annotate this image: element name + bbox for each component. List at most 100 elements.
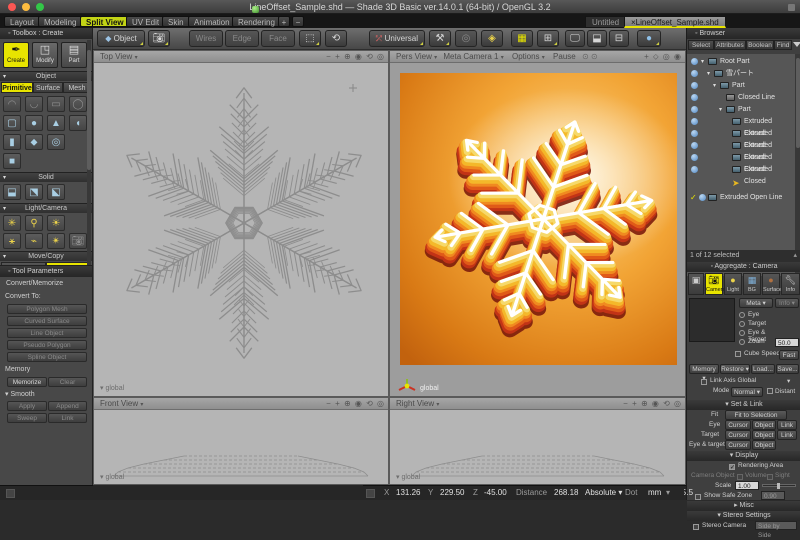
- convert-curved-surface-button[interactable]: Curved Surface: [7, 316, 87, 326]
- create-mode-button[interactable]: ✒Create: [3, 42, 29, 68]
- tab-layout[interactable]: Layout: [4, 16, 40, 27]
- browser-tab-select[interactable]: Select: [688, 40, 714, 50]
- cylinder-primitive-icon[interactable]: ▮: [3, 134, 21, 150]
- solid-intersect-icon[interactable]: ⬕: [47, 184, 65, 200]
- wire-grid-icon[interactable]: ⊞: [537, 30, 559, 47]
- camera-object-icon[interactable]: 📷︎: [69, 233, 87, 249]
- pers-camera-select[interactable]: Meta Camera 1 ▾: [439, 52, 503, 61]
- aggregate-tab-bg[interactable]: ▦BG: [743, 273, 761, 295]
- tab-uv-edit[interactable]: UV Edit: [126, 16, 165, 27]
- tab-rendering[interactable]: Rendering: [232, 16, 281, 27]
- load-button[interactable]: Load...: [751, 364, 775, 374]
- object-mode-button[interactable]: ◆ Object: [97, 30, 145, 47]
- tab-surface[interactable]: Surface: [33, 82, 63, 93]
- smooth-apply-button[interactable]: Apply: [7, 401, 47, 411]
- modify-mode-button[interactable]: ◳Modify: [32, 42, 58, 68]
- convert-spline-object-button[interactable]: Spline Object: [7, 352, 87, 362]
- pers-refresh-icon[interactable]: ⊙ ⊙: [578, 52, 598, 61]
- disc-primitive-icon[interactable]: ⬥: [25, 134, 43, 150]
- rotate-tool-icon[interactable]: ⟲: [325, 30, 347, 47]
- solid-union-icon[interactable]: ⬓: [3, 184, 21, 200]
- filter-funnel-icon[interactable]: [793, 42, 800, 47]
- browser-scrollbar[interactable]: [795, 54, 800, 276]
- convert-polygon-mesh-button[interactable]: Polygon Mesh: [7, 304, 87, 314]
- eye-link-button[interactable]: Link: [777, 420, 797, 430]
- right-view-global-label[interactable]: ▾ global: [396, 473, 420, 481]
- tree-row-root-part[interactable]: ▾Root Part: [687, 56, 795, 68]
- layout-single-view-icon[interactable]: 🖵: [565, 30, 585, 47]
- tab-primitive[interactable]: Primitive: [1, 82, 33, 93]
- tree-row-part-1[interactable]: ▾Part: [687, 80, 795, 92]
- tab-animation[interactable]: Animation: [188, 16, 236, 27]
- box-primitive-icon[interactable]: ▢: [3, 115, 21, 131]
- pers-view-controls[interactable]: + ⬦ ◎ ◉: [644, 51, 682, 63]
- pers-viewport[interactable]: Pers View ▾ Meta Camera 1 ▾ Options ▾ Pa…: [389, 50, 686, 397]
- ambient-light-icon[interactable]: ✴: [47, 233, 65, 249]
- tab-split-view[interactable]: Split View: [80, 16, 130, 27]
- coordinate-mode-icon2[interactable]: [366, 489, 375, 498]
- section-solid[interactable]: ▾Solid: [0, 172, 92, 182]
- eye-target-cursor-button[interactable]: Cursor: [725, 440, 751, 450]
- toolbox-scrollbar[interactable]: [86, 40, 92, 292]
- unit-dropdown-box[interactable]: mm▾: [640, 486, 684, 499]
- section-move-copy[interactable]: ▾Move/Copy: [0, 251, 92, 261]
- tab-skin[interactable]: Skin: [162, 16, 190, 27]
- memory-button[interactable]: Memory ▾: [689, 364, 719, 374]
- right-view-header[interactable]: Right View ▾ − + ⊕ ◉ ⟲ ◎: [390, 398, 685, 410]
- right-viewport[interactable]: Right View ▾ − + ⊕ ◉ ⟲ ◎ ▾ global: [389, 397, 686, 485]
- universal-manipulator-button[interactable]: ⤱ Universal: [369, 30, 425, 47]
- light-tool-icon[interactable]: ◈: [481, 30, 503, 47]
- status-left-icon[interactable]: [6, 489, 15, 498]
- aggregate-thumb-icon[interactable]: ▣: [688, 273, 704, 295]
- scale-value-field[interactable]: 1.00: [735, 481, 759, 490]
- eye-target-object-button[interactable]: Object: [752, 440, 776, 450]
- tree-row-extruded-closed-4[interactable]: Extruded Closed: [687, 152, 795, 164]
- tool-parameters-header[interactable]: ◦ Tool Parameters: [0, 266, 92, 277]
- aggregate-header[interactable]: ◦ Aggregate : Camera: [687, 262, 800, 272]
- clear-button[interactable]: Clear: [48, 377, 87, 387]
- top-view-controls[interactable]: − + ⊕ ◉ ⟲ ◎: [326, 51, 385, 63]
- shading-sphere-icon[interactable]: ●: [637, 30, 661, 47]
- torus-primitive-icon[interactable]: ◎: [47, 134, 65, 150]
- absolute-mode-dropdown[interactable]: Absolute ▾: [585, 486, 622, 500]
- tree-row-extruded-open-line[interactable]: ✓Extruded Open Line: [687, 192, 795, 204]
- tree-row-part-2[interactable]: ▾Part: [687, 104, 795, 116]
- front-view-header[interactable]: Front View ▾ − + ⊕ ◉ ⟲ ◎: [94, 398, 388, 410]
- tool-options-icon[interactable]: ⚒: [429, 30, 451, 47]
- misc-header[interactable]: ▸ Misc: [687, 501, 800, 511]
- info-dropdown[interactable]: Info ▾: [775, 298, 799, 308]
- zoom-value-field[interactable]: 50.0: [775, 338, 799, 347]
- camera-tool-button[interactable]: 📷︎: [148, 30, 170, 47]
- restore-button[interactable]: Restore ▾: [720, 364, 750, 374]
- front-viewport[interactable]: Front View ▾ − + ⊕ ◉ ⟲ ◎ ▾ global: [93, 397, 389, 485]
- eye-object-button[interactable]: Object: [752, 420, 776, 430]
- cube-speed-dropdown[interactable]: Fast: [779, 350, 799, 360]
- doc-tab-untitled[interactable]: Untitled: [585, 16, 626, 28]
- sphere-primitive-icon[interactable]: ●: [25, 115, 43, 131]
- target-object-button[interactable]: Object: [752, 430, 776, 440]
- smooth-link-button[interactable]: Link: [48, 413, 87, 423]
- linear-light-icon[interactable]: ⌁: [25, 233, 43, 249]
- select-region-icon[interactable]: ⬚: [299, 30, 321, 47]
- pers-view-header[interactable]: Pers View ▾ Meta Camera 1 ▾ Options ▾ Pa…: [390, 51, 685, 63]
- memorize-button[interactable]: Memorize: [7, 377, 47, 387]
- tree-row-extruded-closed-2[interactable]: Extruded Closed: [687, 128, 795, 140]
- set-link-header[interactable]: ▾ Set & Link: [687, 400, 800, 410]
- closed-curve-tool-icon[interactable]: ◡: [25, 96, 43, 112]
- smooth-append-button[interactable]: Append: [48, 401, 87, 411]
- curve-tool-icon[interactable]: ◠: [3, 96, 21, 112]
- solid-subtract-icon[interactable]: ⬔: [25, 184, 43, 200]
- tree-row-snow-part[interactable]: ▾雪パート: [687, 68, 795, 80]
- browser-header[interactable]: ◦ Browser: [687, 28, 800, 39]
- point-light-icon[interactable]: ✳: [3, 215, 21, 231]
- section-object[interactable]: ▾Object: [0, 71, 92, 81]
- remove-workspace-button[interactable]: −: [292, 16, 304, 27]
- grid-snap-icon[interactable]: ▦: [511, 30, 533, 47]
- convert-line-object-button[interactable]: Line Object: [7, 328, 87, 338]
- top-view-global-label[interactable]: ▾ global: [100, 384, 124, 392]
- aggregate-tab-camera[interactable]: 📷︎Camera: [705, 273, 723, 295]
- top-view-header[interactable]: Top View ▾ − + ⊕ ◉ ⟲ ◎: [94, 51, 388, 63]
- tree-row-closed-line[interactable]: Closed Line: [687, 92, 795, 104]
- tree-row-extruded-closed-1[interactable]: Extruded Closed: [687, 116, 795, 128]
- pers-options-menu[interactable]: Options ▾: [506, 52, 545, 61]
